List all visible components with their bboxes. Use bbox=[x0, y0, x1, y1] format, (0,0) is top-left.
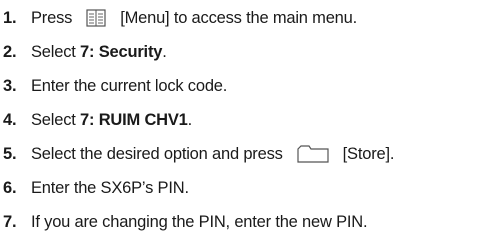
step-text: [Store]. bbox=[342, 144, 395, 163]
step-text: [Menu] to access the main menu. bbox=[120, 8, 358, 27]
step-1: 1. Press [Menu] to access the main menu. bbox=[0, 6, 357, 30]
step-text: Select the desired option and press bbox=[31, 144, 283, 163]
step-text: If you are changing the PIN, enter the n… bbox=[31, 212, 368, 231]
step-text: . bbox=[162, 42, 167, 61]
step-4: 4. Select 7: RUIM CHV1 . bbox=[0, 108, 192, 132]
menu-option: 7: Security bbox=[80, 42, 163, 61]
softkey-icon bbox=[297, 145, 329, 163]
step-5: 5. Select the desired option and press [… bbox=[0, 142, 394, 166]
menu-option: 7: RUIM CHV1 bbox=[80, 110, 188, 129]
step-6: 6. Enter the SX6P’s PIN. bbox=[0, 176, 189, 200]
step-text: Enter the SX6P’s PIN. bbox=[31, 178, 189, 197]
step-number: 3. bbox=[3, 76, 17, 95]
instruction-steps: 1. Press [Menu] to access the main menu.… bbox=[0, 0, 490, 248]
step-number: 4. bbox=[3, 110, 17, 129]
step-number: 1. bbox=[3, 8, 17, 27]
step-text: Select bbox=[31, 110, 81, 129]
step-3: 3. Enter the current lock code. bbox=[0, 74, 227, 98]
step-text: Press bbox=[31, 8, 73, 27]
step-number: 7. bbox=[3, 212, 17, 231]
step-text: Select bbox=[31, 42, 81, 61]
step-2: 2. Select 7: Security . bbox=[0, 40, 167, 64]
step-text: . bbox=[187, 110, 193, 129]
step-number: 5. bbox=[3, 144, 17, 163]
menu-key-icon bbox=[86, 9, 106, 27]
step-number: 6. bbox=[3, 178, 17, 197]
step-7: 7. If you are changing the PIN, enter th… bbox=[0, 210, 368, 234]
step-text: Enter the current lock code. bbox=[31, 76, 228, 95]
step-number: 2. bbox=[3, 42, 17, 61]
